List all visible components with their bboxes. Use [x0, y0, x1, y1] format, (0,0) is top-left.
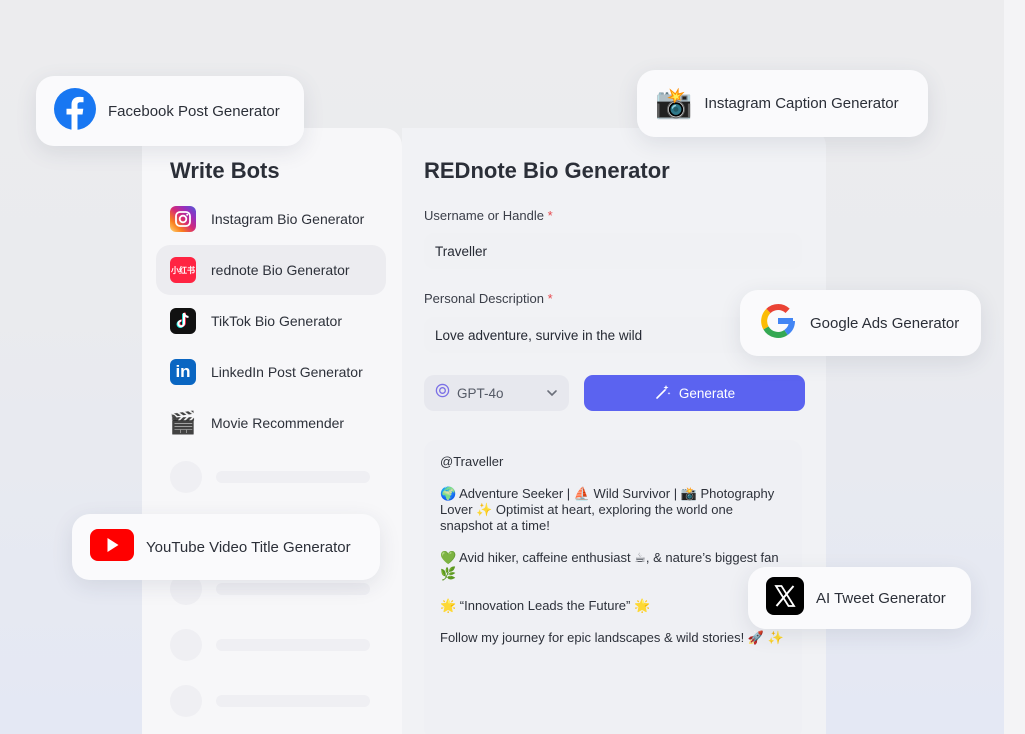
- chevron-down-icon: [545, 386, 559, 405]
- required-mark: *: [547, 208, 553, 223]
- sidebar-title: Write Bots: [170, 158, 280, 183]
- clapperboard-icon: 🎬: [169, 410, 197, 435]
- output-line: 💚 Avid hiker, caffeine enthusiast ☕, & n…: [440, 550, 779, 581]
- chip-label: Google Ads Generator: [810, 314, 960, 332]
- model-select[interactable]: GPT-4o: [424, 375, 569, 411]
- tiktok-icon: [170, 308, 196, 334]
- camera-flash-icon: 📸: [655, 86, 693, 120]
- username-field[interactable]: Traveller: [424, 233, 802, 269]
- chip-label: Facebook Post Generator: [108, 102, 280, 120]
- ai-tweet-generator-chip[interactable]: AI Tweet Generator: [748, 567, 971, 629]
- generator-panel: REDnote Bio Generator Username or Handle…: [402, 128, 826, 734]
- sidebar-item-label: Instagram Bio Generator: [211, 211, 365, 227]
- placeholder-row: [170, 685, 370, 717]
- generate-label: Generate: [678, 385, 736, 401]
- output-line: 🌍 Adventure Seeker | ⛵ Wild Survivor | 📸…: [440, 486, 775, 533]
- description-label: Personal Description *: [424, 291, 553, 306]
- model-label: GPT-4o: [457, 385, 504, 401]
- openai-icon: [435, 383, 450, 403]
- sidebar-item-label: TikTok Bio Generator: [211, 313, 342, 329]
- username-label: Username or Handle *: [424, 208, 553, 223]
- chip-label: YouTube Video Title Generator: [146, 538, 351, 556]
- sidebar-item-label: rednote Bio Generator: [211, 262, 350, 278]
- output-line: Follow my journey for epic landscapes & …: [440, 630, 784, 645]
- sidebar-item-linkedin-post[interactable]: in LinkedIn Post Generator: [156, 347, 386, 397]
- required-mark: *: [547, 291, 553, 306]
- sidebar-item-label: LinkedIn Post Generator: [211, 364, 363, 380]
- background-strip: [1004, 0, 1025, 734]
- page-title: REDnote Bio Generator: [424, 158, 670, 183]
- placeholder-row: [170, 629, 370, 661]
- facebook-post-generator-chip[interactable]: Facebook Post Generator: [36, 76, 304, 146]
- generated-output: @Traveller 🌍 Adventure Seeker | ⛵ Wild S…: [424, 440, 802, 734]
- generate-button[interactable]: Generate: [584, 375, 805, 411]
- google-ads-generator-chip[interactable]: Google Ads Generator: [740, 290, 981, 356]
- sidebar-item-label: Movie Recommender: [211, 415, 345, 431]
- sidebar-item-instagram-bio[interactable]: Instagram Bio Generator: [156, 194, 386, 244]
- sidebar-item-rednote-bio[interactable]: 小红书 rednote Bio Generator: [156, 245, 386, 295]
- instagram-icon: [170, 206, 196, 232]
- youtube-title-generator-chip[interactable]: YouTube Video Title Generator: [72, 514, 380, 580]
- magic-wand-icon: [654, 383, 672, 404]
- facebook-icon: [54, 87, 96, 135]
- linkedin-icon: in: [170, 359, 196, 385]
- chip-label: AI Tweet Generator: [816, 589, 946, 607]
- chip-label: Instagram Caption Generator: [704, 95, 899, 112]
- instagram-caption-generator-chip[interactable]: 📸 Instagram Caption Generator: [637, 70, 928, 137]
- rednote-icon: 小红书: [170, 257, 196, 283]
- placeholder-row: [170, 461, 370, 493]
- sidebar-item-movie-recommender[interactable]: 🎬 Movie Recommender: [156, 398, 386, 448]
- sidebar-item-tiktok-bio[interactable]: TikTok Bio Generator: [156, 296, 386, 346]
- x-logo-icon: [766, 576, 804, 620]
- youtube-icon: [90, 528, 134, 566]
- write-bots-sidebar: Write Bots Instagram Bio Generator 小红书 r…: [142, 128, 402, 734]
- output-line: 🌟 “Innovation Leads the Future” 🌟: [440, 598, 651, 613]
- output-line: @Traveller: [440, 454, 504, 469]
- google-icon: [758, 301, 798, 346]
